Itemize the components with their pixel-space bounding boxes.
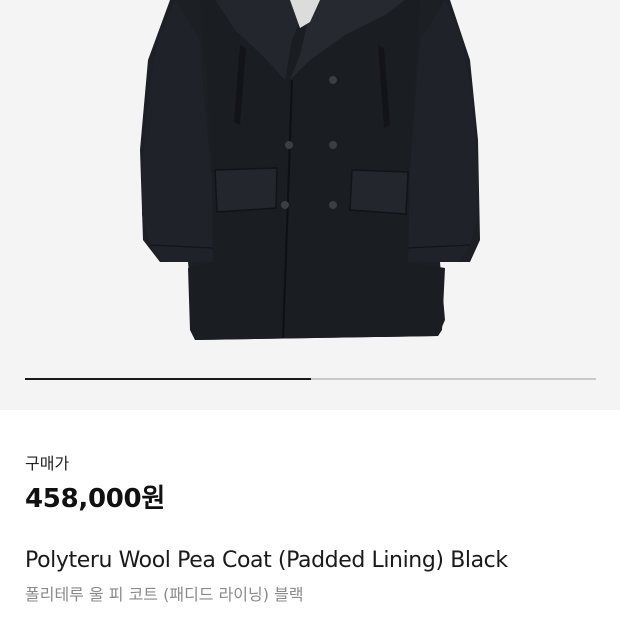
product-image-carousel[interactable]	[0, 0, 620, 410]
carousel-progress-fill	[25, 378, 311, 380]
coat-image	[140, 0, 480, 340]
product-name-korean: 폴리테루 울 피 코트 (패디드 라이닝) 블랙	[25, 585, 304, 604]
price-label: 구매가	[25, 454, 70, 473]
product-info: 구매가 458,000원 Polyteru Wool Pea Coat (Pad…	[0, 410, 620, 620]
price-value: 458,000원	[25, 484, 165, 514]
carousel-progress-track	[25, 378, 596, 380]
product-name-english: Polyteru Wool Pea Coat (Padded Lining) B…	[25, 548, 508, 573]
